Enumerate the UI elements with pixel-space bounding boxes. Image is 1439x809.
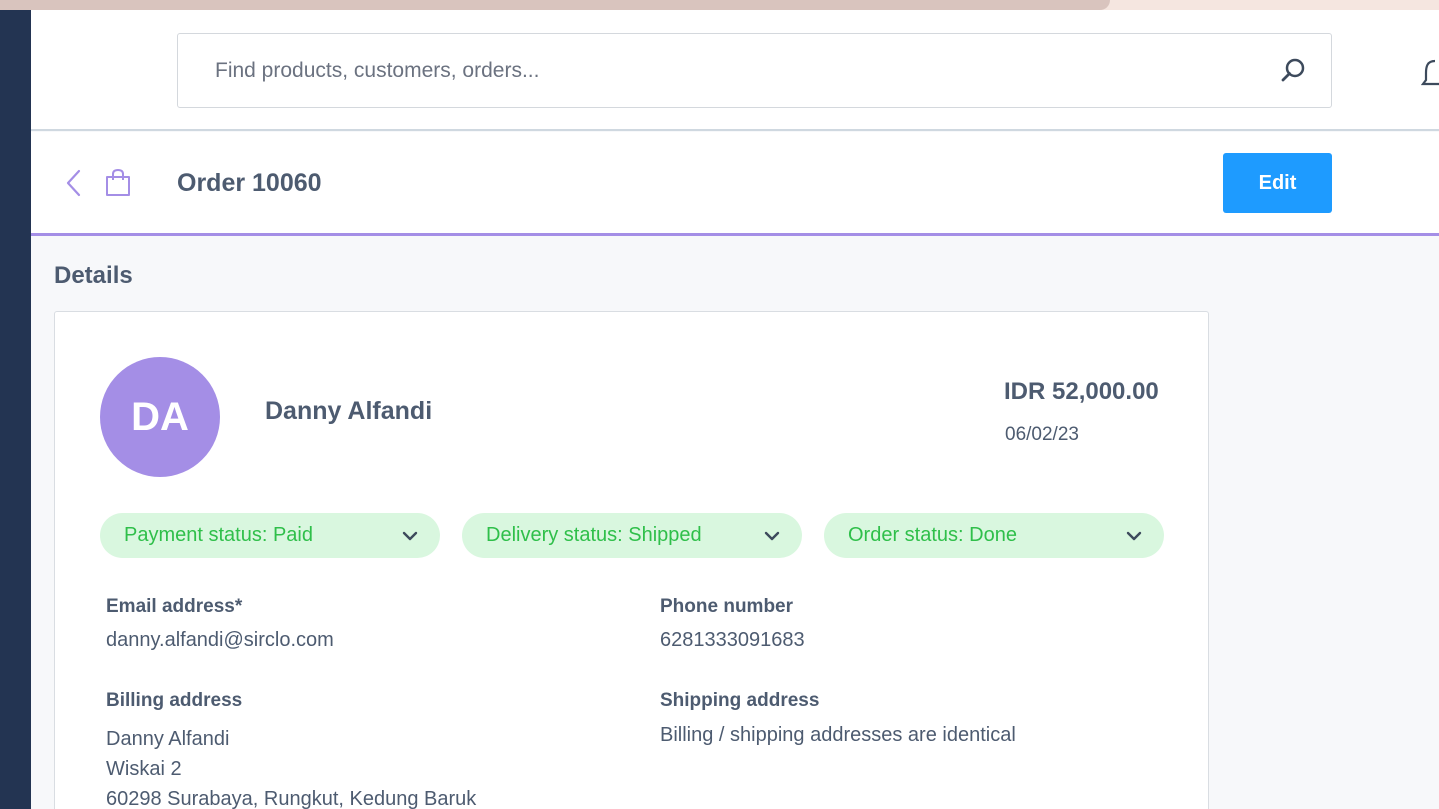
order-date: 06/02/23 bbox=[1005, 424, 1079, 445]
billing-address-line: 60298 Surabaya, Rungkut, Kedung Baruk bbox=[106, 788, 477, 809]
page-title: Order 10060 bbox=[177, 169, 322, 197]
shipping-address-label: Shipping address bbox=[660, 690, 820, 711]
search-icon[interactable] bbox=[1278, 56, 1308, 86]
details-heading: Details bbox=[54, 262, 133, 289]
chevron-down-icon bbox=[1126, 528, 1142, 544]
billing-address-line: Danny Alfandi bbox=[106, 728, 230, 750]
chevron-down-icon bbox=[402, 528, 418, 544]
order-details-card: DA Danny Alfandi IDR 52,000.00 06/02/23 … bbox=[54, 311, 1209, 809]
email-label: Email address* bbox=[106, 596, 243, 617]
order-status-dropdown[interactable]: Order status: Done bbox=[824, 513, 1164, 558]
shopping-bag-icon bbox=[105, 168, 131, 197]
page-titlebar: Order 10060 Edit bbox=[31, 132, 1439, 236]
top-header bbox=[31, 10, 1439, 131]
phone-value: 6281333091683 bbox=[660, 629, 805, 651]
browser-tab[interactable] bbox=[0, 0, 1110, 10]
billing-address: Danny Alfandi Wiskai 2 60298 Surabaya, R… bbox=[106, 724, 476, 809]
order-total: IDR 52,000.00 bbox=[1004, 378, 1159, 405]
edit-button[interactable]: Edit bbox=[1223, 153, 1332, 213]
billing-address-line: Wiskai 2 bbox=[106, 758, 182, 780]
payment-status-label: Payment status: Paid bbox=[124, 524, 313, 546]
chevron-down-icon bbox=[764, 528, 780, 544]
email-value: danny.alfandi@sirclo.com bbox=[106, 629, 334, 651]
payment-status-dropdown[interactable]: Payment status: Paid bbox=[100, 513, 440, 558]
delivery-status-label: Delivery status: Shipped bbox=[486, 524, 702, 546]
browser-top-strip bbox=[0, 0, 1439, 10]
chevron-left-icon[interactable] bbox=[64, 168, 84, 198]
delivery-status-dropdown[interactable]: Delivery status: Shipped bbox=[462, 513, 802, 558]
search-box[interactable] bbox=[177, 33, 1332, 108]
shipping-address-value: Billing / shipping addresses are identic… bbox=[660, 724, 1016, 746]
customer-name: Danny Alfandi bbox=[265, 397, 433, 425]
search-input[interactable] bbox=[215, 54, 1215, 88]
order-status-label: Order status: Done bbox=[848, 524, 1017, 546]
billing-address-label: Billing address bbox=[106, 690, 243, 711]
phone-label: Phone number bbox=[660, 596, 794, 617]
avatar: DA bbox=[100, 357, 220, 477]
sidebar bbox=[0, 10, 31, 809]
bell-icon[interactable] bbox=[1420, 53, 1439, 93]
